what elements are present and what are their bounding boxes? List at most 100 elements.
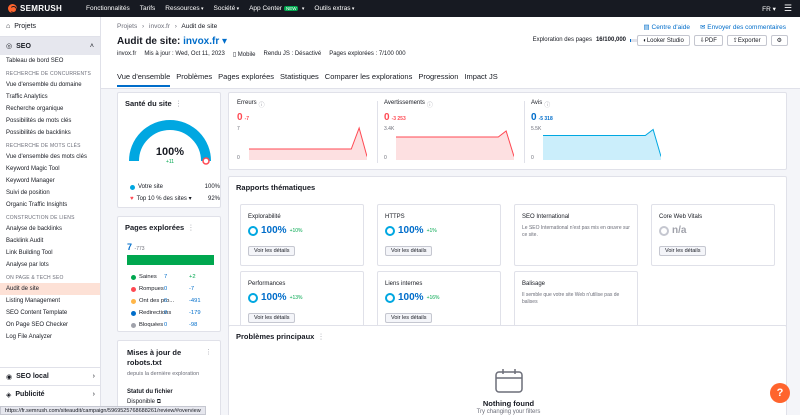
- browser-status-bar: https://fr.semrush.com/siteaudit/campaig…: [0, 406, 206, 415]
- sidebar-item[interactable]: Link Building Tool: [0, 247, 100, 259]
- stat-value: 0 -3 253: [384, 112, 433, 123]
- nav-tarifs[interactable]: Tarifs: [140, 5, 156, 12]
- seo-icon: ◎: [6, 43, 13, 50]
- tab-problems[interactable]: Problèmes: [176, 72, 212, 87]
- theme-card-balisage: Balisage Il semble que votre site Web n'u…: [514, 271, 638, 333]
- domain-selector[interactable]: invox.fr ▾: [183, 36, 227, 47]
- breadcrumb-domain[interactable]: invox.fr: [149, 23, 170, 30]
- row-change: +2: [189, 274, 196, 280]
- sidebar-item[interactable]: Keyword Magic Tool: [0, 163, 100, 175]
- view-details-button[interactable]: Voir les détails: [248, 246, 296, 256]
- nav-app-center[interactable]: App Center NEW: [249, 5, 304, 12]
- crawled-pages-row[interactable]: Rompues 0 -7: [131, 286, 211, 292]
- sidebar-item[interactable]: Possibilités de mots clés: [0, 115, 100, 127]
- sidebar-item[interactable]: Vue d'ensemble du domaine: [0, 79, 100, 91]
- nav-outils-extras-label: Outils extras: [314, 5, 351, 12]
- sidebar-item[interactable]: Audit de site: [0, 283, 100, 295]
- sidebar-seo-section[interactable]: ◎ SEO ˄: [0, 37, 100, 55]
- help-button[interactable]: ?: [770, 383, 790, 403]
- site-health-gauge: 100% +11: [129, 120, 211, 165]
- nav-ressources[interactable]: Ressources: [165, 5, 203, 12]
- breadcrumb-projects[interactable]: Projets: [117, 23, 137, 30]
- info-icon[interactable]: ⋮: [205, 348, 212, 356]
- tab-overview[interactable]: Vue d'ensemble: [117, 72, 171, 87]
- stat-tick-max: 3.4K: [384, 126, 395, 132]
- external-link-icon: ⧉: [156, 399, 161, 405]
- tab-progress[interactable]: Progression: [418, 72, 458, 87]
- stat-block[interactable]: Avertissements ⓘ 0 -3 253: [384, 100, 433, 123]
- semrush-logo[interactable]: SEMRUSH: [8, 4, 86, 13]
- stat-tick-max: 5.5K: [531, 126, 542, 132]
- looker-studio-button[interactable]: ◐ Looker Studio: [637, 35, 690, 46]
- sparkline-area: [396, 131, 514, 160]
- tab-compare-crawls[interactable]: Comparer les explorations: [325, 72, 413, 87]
- language-label: FR: [762, 5, 771, 13]
- sidebar-item[interactable]: On Page SEO Checker: [0, 319, 100, 331]
- view-details-button[interactable]: Voir les détails: [659, 246, 707, 256]
- sidebar-item[interactable]: Log File Analyzer: [0, 331, 100, 343]
- chevron-up-icon: ˄: [89, 42, 94, 50]
- stat-block[interactable]: Avis ⓘ 0 -5 318: [531, 100, 553, 123]
- crawled-pages-title: Pages explorées ⋮: [125, 223, 195, 232]
- help-center-link[interactable]: ▤ Centre d'aide: [644, 23, 690, 31]
- sidebar-item[interactable]: Possibilités de backlinks: [0, 127, 100, 139]
- sidebar-item[interactable]: Vue d'ensemble des mots clés: [0, 151, 100, 163]
- sidebar-item[interactable]: Keyword Manager: [0, 175, 100, 187]
- crawled-pages-row[interactable]: Saines 7 +2: [131, 274, 211, 280]
- info-icon[interactable]: ⋮: [175, 99, 183, 108]
- tab-statistics[interactable]: Statistiques: [280, 72, 319, 87]
- tab-js-impact[interactable]: Impact JS: [464, 72, 497, 87]
- stat-delta: -3 253: [391, 116, 406, 122]
- view-details-button[interactable]: Voir les détails: [385, 313, 433, 323]
- feedback-link[interactable]: ✉ Envoyer des commentaires: [700, 23, 786, 31]
- sidebar-item[interactable]: Backlink Audit: [0, 235, 100, 247]
- row-count: 7: [164, 274, 168, 280]
- pdf-button[interactable]: ⇩ PDF: [693, 35, 723, 46]
- nav-societe[interactable]: Société: [214, 5, 240, 12]
- robots-status[interactable]: Disponible ⧉: [127, 399, 161, 406]
- theme-delta: +10%: [289, 227, 303, 234]
- robots-title: Mises à jour de robots.txt: [127, 348, 181, 368]
- stat-tick-min: 0: [237, 155, 240, 161]
- crawled-pages-row[interactable]: Redirections 0 -179: [131, 310, 211, 316]
- stat-value: 0 -5 318: [531, 112, 553, 123]
- sidebar-item[interactable]: Recherche organique: [0, 103, 100, 115]
- menu-icon[interactable]: ☰: [784, 3, 792, 14]
- nav-outils-extras[interactable]: Outils extras: [314, 5, 354, 12]
- language-selector[interactable]: FR ▾: [762, 5, 776, 13]
- sidebar-item[interactable]: Analyse par lots: [0, 259, 100, 271]
- top-problems-card: Problèmes principaux ⋮ Nothing found Try …: [228, 325, 787, 415]
- export-button[interactable]: ⇪ Exporter: [726, 35, 767, 46]
- info-icon[interactable]: ⋮: [187, 223, 195, 232]
- sidebar-item[interactable]: SEO Content Template: [0, 307, 100, 319]
- looker-studio-label: Looker Studio: [646, 37, 684, 44]
- crawl-value: 16/100,000: [595, 37, 626, 43]
- sidebar-item[interactable]: Organic Traffic Insights: [0, 199, 100, 211]
- stat-block[interactable]: Erreurs ⓘ 0 -7: [237, 100, 265, 123]
- progress-ring-icon: [385, 292, 395, 303]
- crawled-total[interactable]: 7 -773: [127, 242, 145, 252]
- crawled-pages-row[interactable]: Ont des pro... 0 -491: [131, 298, 211, 304]
- sidebar-seo-local[interactable]: ◉ SEO local ›: [0, 367, 100, 385]
- sidebar-item[interactable]: Suivi de position: [0, 187, 100, 199]
- info-icon[interactable]: ⋮: [317, 332, 325, 341]
- legend-label[interactable]: Top 10 % des sites ▾: [137, 195, 192, 202]
- row-label: Ont des pro...: [139, 298, 175, 304]
- tab-crawled-pages[interactable]: Pages explorées: [218, 72, 274, 87]
- settings-button[interactable]: ⚙: [770, 35, 788, 46]
- view-details-button[interactable]: Voir les détails: [385, 246, 433, 256]
- nav-fonctionnalites[interactable]: Fonctionnalités: [86, 5, 130, 12]
- view-details-button[interactable]: Voir les détails: [248, 313, 296, 323]
- sidebar-item[interactable]: Listing Management: [0, 295, 100, 307]
- theme-name: Performances: [248, 281, 286, 287]
- sidebar-item-dashboard[interactable]: Tableau de bord SEO: [0, 55, 100, 67]
- sidebar-item[interactable]: Traffic Analytics: [0, 91, 100, 103]
- crawled-pages-row[interactable]: Bloquées 0 -98: [131, 322, 211, 328]
- sidebar-publicite[interactable]: ◈ Publicité ›: [0, 385, 100, 403]
- top-nav-menu: Fonctionnalités Tarifs Ressources Sociét…: [86, 5, 354, 12]
- sidebar-section-heading: RECHERCHE DE MOTS CLÉS: [6, 143, 81, 149]
- header-links: ▤ Centre d'aide ✉ Envoyer des commentair…: [644, 23, 786, 31]
- stat-label: Avertissements ⓘ: [384, 100, 433, 109]
- sidebar-projects[interactable]: ⌂ Projets: [0, 17, 100, 37]
- sidebar-item[interactable]: Analyse de backlinks: [0, 223, 100, 235]
